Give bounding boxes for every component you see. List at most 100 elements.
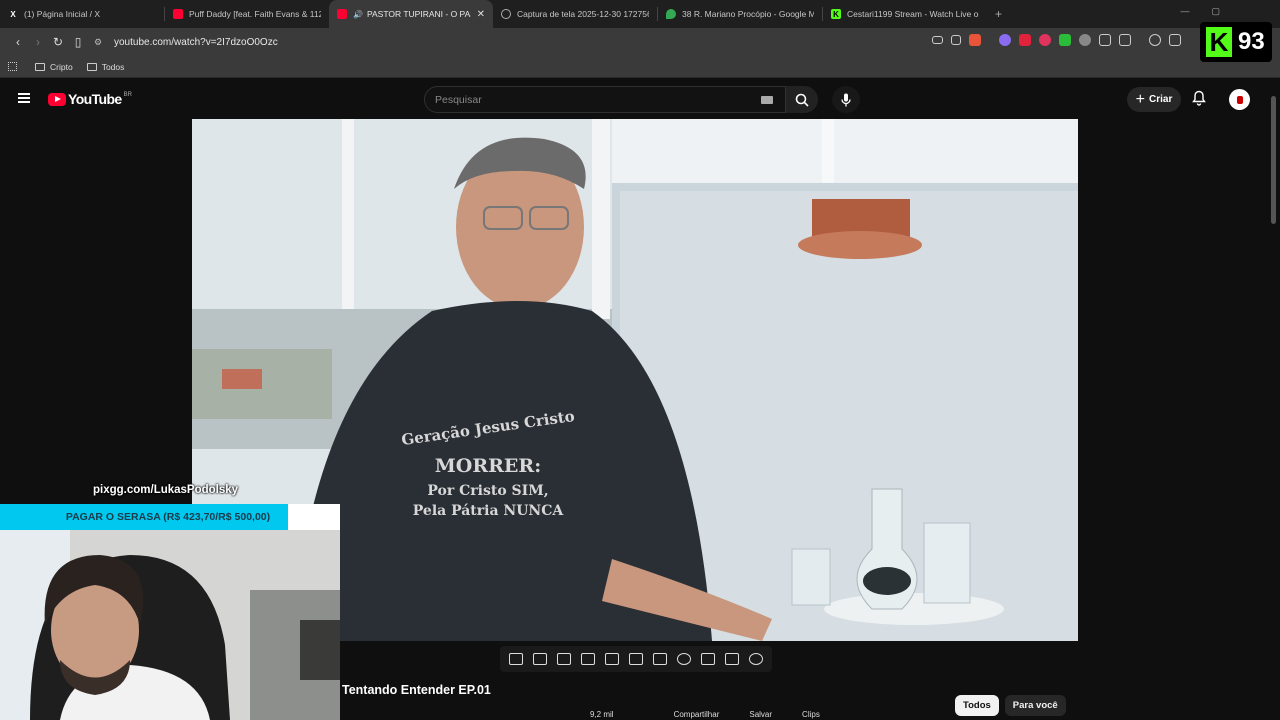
youtube-icon bbox=[337, 9, 347, 19]
new-tab-button[interactable]: + bbox=[995, 7, 1002, 21]
bookmark-folder-todos[interactable]: Todos bbox=[86, 61, 125, 72]
pix-donation-url: pixgg.com/LukasPodolsky bbox=[93, 484, 239, 496]
extension-green-icon[interactable] bbox=[1059, 34, 1071, 46]
url-field[interactable]: youtube.com/watch?v=2I7dzoO0Ozc bbox=[114, 37, 278, 48]
share-button[interactable]: Compartilhar bbox=[674, 710, 720, 719]
webcam-frame bbox=[0, 530, 340, 720]
tab-title: PASTOR TUPIRANI - O PASTO bbox=[366, 9, 471, 19]
share-icon[interactable] bbox=[951, 35, 961, 45]
mini-player-icon[interactable] bbox=[653, 653, 667, 665]
scrollbar-thumb[interactable] bbox=[1271, 96, 1276, 224]
browser-tab-screenshot[interactable]: Captura de tela 2025-12-30 172756.p bbox=[493, 0, 657, 28]
page-scrollbar[interactable] bbox=[1268, 80, 1280, 720]
keyboard-icon[interactable] bbox=[761, 96, 773, 104]
shirt-line: Pela Pátria NUNCA bbox=[412, 503, 564, 519]
tab-title: Captura de tela 2025-12-30 172756.p bbox=[517, 9, 649, 19]
logo-text: YouTube bbox=[68, 91, 122, 107]
bell-icon bbox=[1192, 90, 1206, 106]
search-input[interactable]: Pesquisar bbox=[435, 94, 482, 106]
settings-icon[interactable] bbox=[749, 653, 763, 665]
youtube-icon bbox=[173, 9, 183, 19]
speed-icon[interactable] bbox=[677, 653, 691, 665]
sidebar-icon[interactable] bbox=[1169, 34, 1181, 46]
chip-todos[interactable]: Todos bbox=[955, 695, 999, 716]
maximize-icon[interactable]: ▢ bbox=[1211, 6, 1220, 17]
search-icon bbox=[795, 93, 809, 107]
clips-button[interactable]: Clips bbox=[802, 710, 820, 719]
tab-title: Puff Daddy [feat. Faith Evans & 112] bbox=[189, 9, 321, 19]
save-button[interactable]: Salvar bbox=[749, 710, 772, 719]
browser-tab-x[interactable]: X (1) Página Inicial / X bbox=[0, 0, 164, 28]
video-title: Tentando Entender EP.01 bbox=[342, 683, 491, 697]
bookmarks-bar: Cripto Todos bbox=[0, 56, 1280, 78]
microphone-icon bbox=[841, 93, 851, 106]
visibility-icon[interactable] bbox=[581, 653, 595, 665]
plus-icon: + bbox=[1135, 90, 1145, 108]
voice-search-button[interactable] bbox=[832, 86, 860, 113]
screenshot-icon[interactable] bbox=[725, 653, 739, 665]
create-label: Criar bbox=[1148, 94, 1173, 105]
browser-tab-kick-stream[interactable]: K Cestari1199 Stream - Watch Live on bbox=[823, 0, 987, 28]
like-button[interactable]: 9,2 mil bbox=[590, 710, 614, 719]
globe-icon bbox=[501, 9, 511, 19]
donation-goal-bar: PAGAR O SERASA (R$ 423,70/R$ 500,00) bbox=[0, 504, 340, 530]
kick-viewer-counter: K 93 bbox=[1200, 22, 1272, 62]
tab-title: 38 R. Mariano Procópio - Google Ma bbox=[682, 9, 814, 19]
cinema-icon[interactable] bbox=[605, 653, 619, 665]
x-logo-icon: X bbox=[10, 9, 16, 19]
bookmark-label: Todos bbox=[101, 61, 125, 72]
browser-tab-puff-daddy[interactable]: Puff Daddy [feat. Faith Evans & 112] bbox=[165, 0, 329, 28]
extension-gray-icon[interactable] bbox=[1079, 34, 1091, 46]
search-box[interactable]: Pesquisar bbox=[424, 86, 786, 113]
account-avatar[interactable] bbox=[1229, 89, 1250, 110]
forward-icon[interactable]: › bbox=[28, 32, 48, 52]
browser-tab-pastor-tupirani[interactable]: 🔊 PASTOR TUPIRANI - O PASTO ✕ bbox=[329, 0, 493, 28]
cast-icon[interactable] bbox=[932, 36, 943, 44]
browser-tab-google-maps[interactable]: 38 R. Mariano Procópio - Google Ma bbox=[658, 0, 822, 28]
video-actions: 9,2 mil Compartilhar Salvar Clips bbox=[590, 710, 820, 719]
create-button[interactable]: + Criar bbox=[1127, 87, 1181, 112]
folder-icon bbox=[86, 62, 97, 71]
kick-icon: K bbox=[831, 9, 841, 19]
speaker-icon: 🔊 bbox=[353, 9, 363, 19]
youtube-play-icon bbox=[48, 92, 66, 106]
notifications-button[interactable] bbox=[1192, 90, 1206, 111]
shirt-line: Por Cristo SIM, bbox=[427, 483, 549, 499]
extensions-toolbar bbox=[932, 34, 1181, 46]
player-extension-toolbar bbox=[500, 646, 772, 672]
extensions-puzzle-icon[interactable] bbox=[1099, 34, 1111, 46]
site-info-icon[interactable]: ⚙ bbox=[94, 37, 108, 48]
browser-tab-bar: X (1) Página Inicial / X Puff Daddy [fea… bbox=[0, 0, 1280, 28]
apps-grid-icon[interactable] bbox=[8, 62, 17, 71]
extension-pink-icon[interactable] bbox=[1039, 34, 1051, 46]
recommendation-chips: Todos Para você bbox=[955, 695, 1066, 716]
minimize-icon[interactable]: — bbox=[1180, 6, 1189, 17]
youtube-logo[interactable]: YouTube BR bbox=[48, 91, 132, 107]
sort-icon[interactable] bbox=[533, 653, 547, 665]
goal-text: PAGAR O SERASA (R$ 423,70/R$ 500,00) bbox=[65, 511, 271, 523]
tab-title: Cestari1199 Stream - Watch Live on bbox=[847, 9, 979, 19]
bookmark-label: Cripto bbox=[50, 61, 73, 72]
search-button[interactable] bbox=[786, 86, 818, 113]
wallet-icon[interactable] bbox=[1119, 34, 1131, 46]
country-code: BR bbox=[123, 92, 132, 98]
picture-in-picture-icon[interactable] bbox=[629, 653, 643, 665]
close-tab-icon[interactable]: ✕ bbox=[477, 9, 485, 20]
bookmark-folder-cripto[interactable]: Cripto bbox=[35, 62, 73, 72]
extension-red-icon[interactable] bbox=[1019, 34, 1031, 46]
loop-icon[interactable] bbox=[509, 653, 523, 665]
add-icon[interactable] bbox=[701, 653, 715, 665]
window-controls: — ▢ bbox=[1180, 6, 1220, 17]
extension-purple-icon[interactable] bbox=[999, 34, 1011, 46]
reload-icon[interactable]: ↻ bbox=[48, 32, 68, 52]
tab-title: (1) Página Inicial / X bbox=[24, 9, 101, 19]
brave-shield-icon[interactable] bbox=[969, 34, 981, 46]
streamer-webcam bbox=[0, 530, 340, 720]
chip-para-voce[interactable]: Para você bbox=[1004, 695, 1066, 716]
maps-pin-icon bbox=[666, 9, 676, 19]
media-icon[interactable] bbox=[1149, 34, 1161, 46]
menu-icon[interactable] bbox=[18, 93, 30, 103]
bookmark-icon[interactable]: ▯ bbox=[68, 32, 88, 52]
audio-icon[interactable] bbox=[557, 653, 571, 665]
back-icon[interactable]: ‹ bbox=[8, 32, 28, 52]
